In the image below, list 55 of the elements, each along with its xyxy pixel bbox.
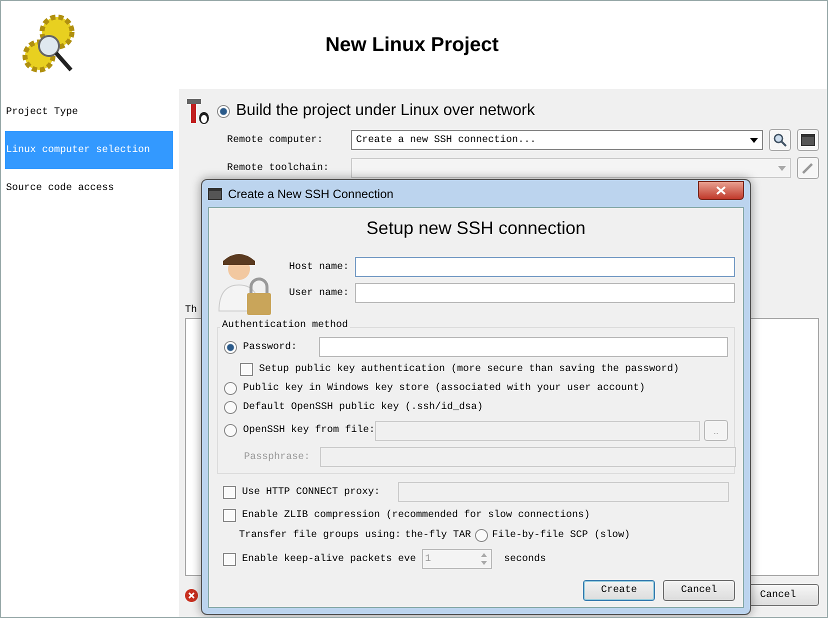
terminal-icon	[801, 134, 815, 146]
option-label: the-fly TAR	[405, 530, 472, 541]
option-label: Password:	[243, 342, 298, 352]
window-title: New Linux Project	[324, 34, 500, 56]
checkbox[interactable]	[223, 486, 236, 498]
radio-button[interactable]	[224, 424, 237, 437]
partial-text: Th	[185, 305, 198, 316]
radio-button[interactable]	[224, 382, 237, 395]
host-name-field[interactable]	[355, 257, 735, 277]
checkbox[interactable]	[240, 363, 253, 376]
group-label: Authentication method	[220, 320, 350, 331]
radio-button[interactable]	[217, 104, 230, 118]
checkbox[interactable]	[223, 509, 236, 522]
close-button[interactable]	[698, 180, 744, 200]
option-label: Enable keep-alive packets eve	[242, 554, 416, 564]
option-label: Build the project under Linux over network	[236, 102, 535, 120]
option-label: File-by-file SCP (slow)	[492, 530, 630, 541]
radio-button[interactable]	[224, 340, 237, 354]
sidebar-item[interactable]: Project Type	[5, 93, 173, 131]
radio-button[interactable]	[475, 529, 488, 542]
dialog-title: Create a New SSH Connection	[228, 186, 394, 200]
dialog-heading: Setup new SSH connection	[365, 218, 587, 239]
option-label: Default OpenSSH public key (.ssh/id_dsa)	[243, 402, 484, 413]
dialog-button[interactable]: Create	[583, 580, 655, 601]
checkbox[interactable]	[223, 552, 236, 566]
unit-label: seconds	[504, 554, 546, 564]
passphrase-field[interactable]	[320, 447, 736, 467]
proxy-field[interactable]	[398, 482, 729, 502]
radio-button[interactable]	[224, 401, 237, 414]
search-button[interactable]	[769, 129, 791, 151]
search-icon	[773, 133, 787, 147]
field-label: Remote toolchain:	[227, 162, 330, 174]
field-label: Remote computer:	[227, 134, 324, 146]
option-label: OpenSSH key from file:	[243, 425, 376, 436]
option-label: Enable ZLIB compression (recommended for slow connections)	[242, 510, 590, 521]
field-label: User name:	[289, 288, 349, 298]
caret-icon	[750, 138, 758, 142]
field-label: Passphrase:	[244, 452, 312, 462]
option-label: Transfer file groups using:	[239, 530, 402, 541]
error-icon	[185, 588, 198, 602]
user-name-field[interactable]	[355, 283, 735, 303]
wrench-button[interactable]	[797, 157, 819, 179]
caret-icon	[778, 166, 786, 170]
field-label: Host name:	[289, 262, 349, 272]
sidebar-item[interactable]: Source code access	[5, 169, 173, 207]
option-label: Public key in Windows key store (associated with your user account)	[243, 383, 646, 394]
option-label: Use HTTP CONNECT proxy:	[242, 486, 382, 498]
option-label: Setup public key authentication (more secure than saving the password)	[259, 364, 680, 375]
close-icon	[716, 186, 726, 194]
password-field[interactable]	[319, 337, 728, 357]
key-file-field[interactable]	[375, 420, 700, 440]
terminal-icon	[208, 188, 222, 200]
remote-computer-dropdown[interactable]: Create a new SSH connection...	[351, 130, 763, 150]
dialog-button[interactable]: Cancel	[663, 580, 735, 601]
terminal-button[interactable]	[797, 129, 819, 151]
